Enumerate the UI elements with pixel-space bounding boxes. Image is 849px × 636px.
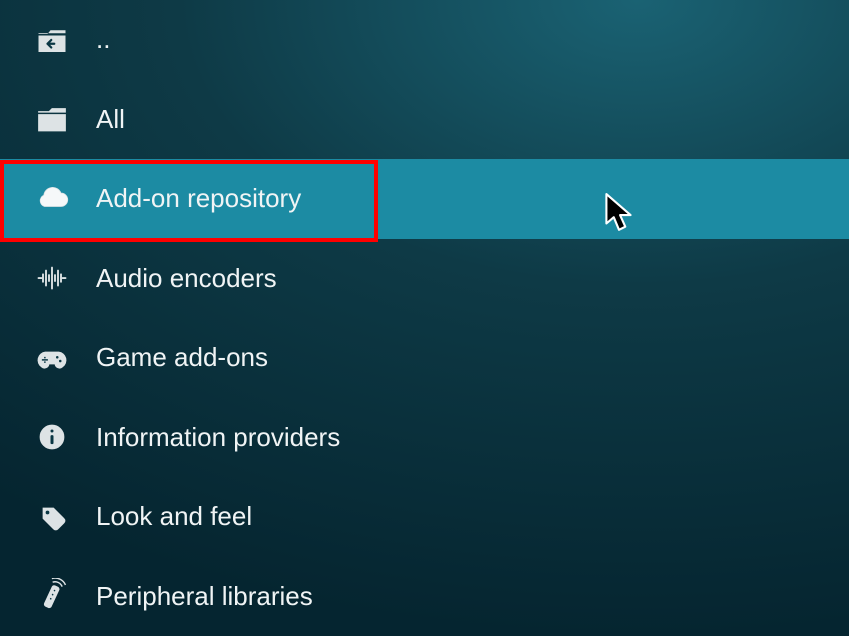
- remote-icon: [22, 557, 82, 636]
- list-item-audio-encoders[interactable]: Audio encoders: [0, 239, 849, 319]
- list-item-label: ..: [82, 24, 110, 55]
- list-item-label: Look and feel: [82, 501, 252, 532]
- list-item-game-addons[interactable]: Game add-ons: [0, 318, 849, 398]
- category-list: .. All Add-on repository: [0, 0, 849, 636]
- list-item-addon-repository[interactable]: Add-on repository: [0, 159, 849, 239]
- waveform-icon: [22, 239, 82, 319]
- tag-icon: [22, 477, 82, 557]
- cloud-icon: [22, 159, 82, 239]
- list-item-label: Game add-ons: [82, 342, 268, 373]
- list-item-peripheral-libraries[interactable]: Peripheral libraries: [0, 557, 849, 636]
- folder-back-icon: [22, 0, 82, 80]
- list-item-all[interactable]: All: [0, 80, 849, 160]
- list-item-information-providers[interactable]: Information providers: [0, 398, 849, 478]
- list-item-look-and-feel[interactable]: Look and feel: [0, 477, 849, 557]
- folder-icon: [22, 80, 82, 160]
- gamepad-icon: [22, 318, 82, 398]
- info-icon: [22, 398, 82, 478]
- list-item-label: Add-on repository: [82, 183, 301, 214]
- list-item-parent[interactable]: ..: [0, 0, 849, 80]
- list-item-label: Peripheral libraries: [82, 581, 313, 612]
- list-item-label: All: [82, 104, 125, 135]
- list-item-label: Audio encoders: [82, 263, 277, 294]
- list-item-label: Information providers: [82, 422, 340, 453]
